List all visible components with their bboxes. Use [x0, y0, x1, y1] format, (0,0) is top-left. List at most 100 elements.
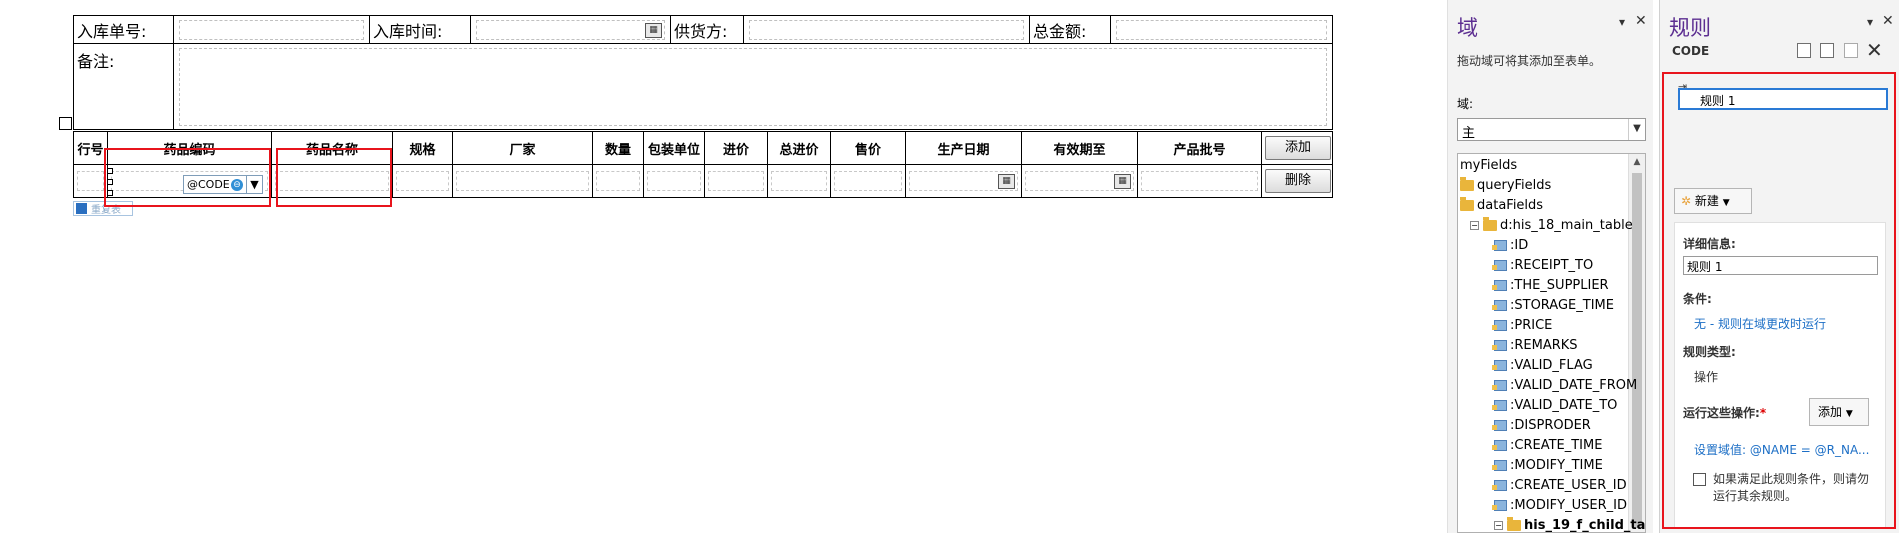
rule-item[interactable]: 规则 1 — [1678, 88, 1888, 110]
calendar-icon[interactable]: ▦ — [1114, 174, 1131, 189]
tree-node[interactable]: :ID — [1492, 235, 1528, 255]
folder-icon — [1460, 176, 1474, 191]
tree-node[interactable]: :CREATE_TIME — [1492, 435, 1602, 455]
delete-row-button[interactable]: 删除 — [1265, 169, 1331, 193]
new-rule-button[interactable]: ✲ 新建 ▼ — [1674, 188, 1752, 214]
col-header-sale-price: 售价 — [830, 131, 906, 165]
new-rule-label: 新建 — [1694, 194, 1719, 208]
tree-node[interactable]: :REMARKS — [1492, 335, 1578, 355]
tree-node[interactable]: :MODIFY_TIME — [1492, 455, 1603, 475]
scroll-up-icon[interactable]: ▲ — [1629, 154, 1645, 171]
run-actions-text: 运行这些操作: — [1683, 406, 1760, 420]
tree-node[interactable]: :RECEIPT_TO — [1492, 255, 1593, 275]
tree-node[interactable]: :VALID_DATE_FROM — [1492, 375, 1637, 395]
col-header-expiry-date: 有效期至 — [1021, 131, 1138, 165]
stop-rules-checkbox[interactable] — [1693, 473, 1706, 486]
col-header-drug-code: 药品编码 — [107, 131, 272, 165]
action-link[interactable]: 设置域值: @NAME = @R_NA... — [1694, 441, 1869, 458]
tree-node[interactable]: queryFields — [1460, 175, 1551, 195]
paste-rule-icon[interactable] — [1844, 43, 1858, 58]
chevron-down-icon[interactable]: ▼ — [246, 176, 262, 193]
tree-node-label: :THE_SUPPLIER — [1510, 277, 1609, 293]
add-row-button[interactable]: 添加 — [1265, 136, 1331, 160]
row-no-field[interactable] — [77, 171, 104, 191]
repeating-table-tag[interactable]: 重复表 — [73, 201, 133, 216]
supplier-field[interactable] — [749, 19, 1024, 40]
collapse-icon[interactable]: − — [1470, 220, 1479, 230]
close-icon[interactable]: ✕ — [1882, 13, 1894, 29]
collapse-icon[interactable]: − — [1494, 520, 1503, 530]
production-date-field[interactable]: ▦ — [909, 171, 1018, 191]
table-anchor-handle[interactable] — [59, 117, 72, 130]
pane-menu-icon[interactable]: ▾ — [1867, 15, 1873, 29]
batch-no-field[interactable] — [1141, 171, 1258, 191]
field-icon — [1492, 479, 1507, 491]
condition-link[interactable]: 无 - 规则在域更改时运行 — [1694, 315, 1826, 332]
rule-indicator-icon: ⊖ — [231, 178, 243, 191]
supplier-label: 供货方: — [670, 15, 744, 44]
selection-handle[interactable] — [107, 190, 113, 196]
field-icon — [1492, 419, 1507, 431]
receipt-no-field[interactable] — [179, 19, 364, 40]
close-icon[interactable]: ✕ — [1635, 13, 1647, 29]
receipt-time-field[interactable]: ▦ — [476, 19, 665, 40]
selection-handle[interactable] — [107, 168, 113, 174]
tree-node[interactable]: dataFields — [1460, 195, 1543, 215]
field-icon — [1492, 439, 1507, 451]
chevron-down-icon[interactable]: ▼ — [1628, 119, 1645, 140]
expiry-date-field[interactable]: ▦ — [1025, 171, 1134, 191]
field-source-select[interactable]: 主 ▼ — [1457, 118, 1646, 141]
tree-node[interactable]: − his_19_f_child_table — [1494, 515, 1645, 532]
tree-node[interactable]: :PRICE — [1492, 315, 1553, 335]
remarks-label: 备注: — [73, 43, 174, 130]
tree-node-label: :REMARKS — [1510, 337, 1578, 353]
rule-type-value: 操作 — [1694, 370, 1719, 384]
receipt-no-label: 入库单号: — [73, 15, 174, 44]
spec-field[interactable] — [396, 171, 449, 191]
delete-rule-icon[interactable]: ✕ — [1866, 38, 1883, 62]
purchase-price-field[interactable] — [708, 171, 764, 191]
run-actions-label: 运行这些操作:* — [1683, 404, 1766, 421]
tree-node[interactable]: :STORAGE_TIME — [1492, 295, 1614, 315]
remarks-field[interactable] — [179, 48, 1327, 126]
tree-node[interactable]: :VALID_DATE_TO — [1492, 395, 1617, 415]
drug-name-field[interactable] — [275, 171, 389, 191]
field-source-value: 主 — [1462, 126, 1476, 141]
calendar-icon[interactable]: ▦ — [998, 174, 1015, 189]
chevron-down-icon: ▼ — [1722, 198, 1730, 208]
scrollbar-thumb[interactable] — [1632, 173, 1642, 528]
total-amount-field[interactable] — [1116, 19, 1327, 40]
drug-code-field[interactable]: @CODE ⊖ ▼ — [107, 168, 268, 196]
tree-node-label: :MODIFY_TIME — [1510, 457, 1603, 473]
sale-price-field[interactable] — [834, 171, 902, 191]
pane-menu-icon[interactable]: ▾ — [1619, 15, 1625, 29]
tree-node[interactable]: :VALID_FLAG — [1492, 355, 1593, 375]
total-amount-label: 总金额: — [1029, 15, 1111, 44]
tree-node-label: dataFields — [1477, 197, 1544, 213]
field-icon — [1492, 399, 1507, 411]
col-header-drug-name: 药品名称 — [271, 131, 393, 165]
copy-rule-icon[interactable] — [1797, 43, 1811, 58]
tree-node[interactable]: :THE_SUPPLIER — [1492, 275, 1609, 295]
rule-name-input[interactable]: 规则 1 — [1683, 256, 1878, 275]
manufacturer-field[interactable] — [456, 171, 589, 191]
tree-node[interactable]: :DISPRODER — [1492, 415, 1591, 435]
duplicate-rule-icon[interactable] — [1820, 43, 1834, 58]
field-icon — [1492, 359, 1507, 371]
quantity-field[interactable] — [596, 171, 640, 191]
pack-unit-field[interactable] — [647, 171, 701, 191]
tree-node[interactable]: :MODIFY_USER_ID — [1492, 495, 1627, 515]
tree-node-label: :PRICE — [1510, 317, 1553, 333]
code-combobox[interactable]: @CODE ⊖ ▼ — [183, 175, 263, 194]
tree-node[interactable]: myFields — [1460, 155, 1517, 175]
tree-node[interactable]: :CREATE_USER_ID — [1492, 475, 1627, 495]
col-header-manufacturer: 厂家 — [452, 131, 593, 165]
field-tree[interactable]: ▲ myFields queryFields dataFields − d:his_18… — [1457, 153, 1646, 533]
total-purchase-field[interactable] — [771, 171, 827, 191]
selection-handle[interactable] — [107, 179, 113, 185]
add-action-button[interactable]: 添加 ▼ — [1809, 398, 1869, 426]
tree-node[interactable]: − d:his_18_main_table — [1470, 215, 1633, 235]
tree-node-label: myFields — [1460, 157, 1518, 173]
calendar-icon[interactable]: ▦ — [645, 22, 662, 38]
tree-scrollbar[interactable]: ▲ — [1628, 154, 1645, 532]
